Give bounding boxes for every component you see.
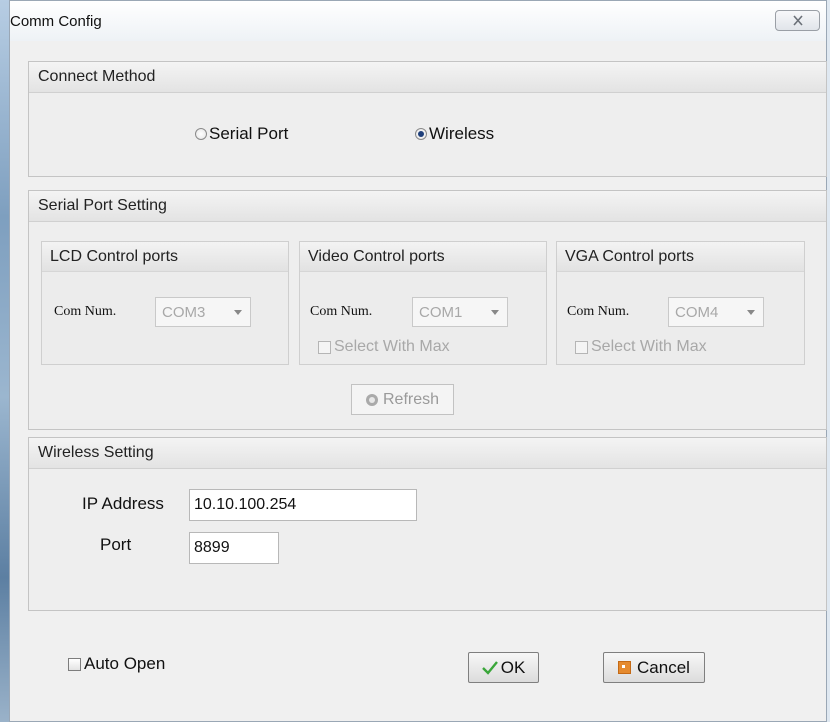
video-select-with-max-label: Select With Max bbox=[334, 338, 450, 355]
wireless-radio[interactable]: Wireless bbox=[415, 124, 494, 144]
lcd-com-value: COM3 bbox=[162, 304, 206, 321]
auto-open-label: Auto Open bbox=[84, 654, 166, 673]
desktop-background bbox=[0, 0, 9, 722]
video-select-with-max-checkbox[interactable]: Select With Max bbox=[318, 338, 450, 356]
vga-select-with-max-checkbox[interactable]: Select With Max bbox=[575, 338, 707, 356]
ok-label: OK bbox=[500, 657, 526, 677]
vga-control-ports-title: VGA Control ports bbox=[565, 248, 694, 265]
chevron-down-icon bbox=[234, 310, 242, 315]
wireless-label: Wireless bbox=[429, 124, 495, 143]
window-title: Comm Config bbox=[10, 13, 102, 30]
video-control-ports-header: Video Control ports bbox=[300, 242, 546, 272]
video-com-num-label: Com Num. bbox=[310, 304, 373, 319]
video-com-value: COM1 bbox=[419, 304, 463, 321]
serial-port-setting-header: Serial Port Setting bbox=[29, 191, 826, 222]
checkbox-icon bbox=[318, 340, 331, 354]
ip-address-input[interactable]: 10.10.100.254 bbox=[189, 489, 417, 521]
chevron-down-icon bbox=[491, 310, 499, 315]
close-icon bbox=[792, 15, 803, 26]
vga-com-value: COM4 bbox=[675, 304, 719, 321]
checkbox-icon bbox=[575, 340, 588, 354]
serial-port-setting-title: Serial Port Setting bbox=[38, 197, 167, 214]
connect-method-group: Connect Method Serial Port Wireless bbox=[28, 61, 827, 177]
checkbox-icon bbox=[68, 657, 81, 671]
ok-button[interactable]: OK bbox=[468, 652, 539, 683]
video-control-ports-title: Video Control ports bbox=[308, 248, 445, 265]
auto-open-checkbox[interactable]: Auto Open bbox=[68, 654, 165, 674]
lcd-control-ports-title: LCD Control ports bbox=[50, 248, 179, 265]
ip-address-label: IP Address bbox=[82, 494, 164, 513]
port-input[interactable]: 8899 bbox=[189, 532, 279, 564]
close-button[interactable] bbox=[775, 10, 820, 31]
video-control-ports-group: Video Control ports Com Num. COM1 Select… bbox=[299, 241, 547, 365]
lcd-control-ports-group: LCD Control ports Com Num. COM3 bbox=[41, 241, 289, 365]
title-bar: Comm Config bbox=[10, 1, 826, 41]
comm-config-dialog: Comm Config Connect Method Serial Port W… bbox=[9, 0, 827, 722]
serial-port-label: Serial Port bbox=[209, 124, 289, 143]
vga-select-with-max-label: Select With Max bbox=[591, 338, 707, 355]
video-com-select[interactable]: COM1 bbox=[412, 297, 508, 327]
chevron-down-icon bbox=[747, 310, 755, 315]
connect-method-header: Connect Method bbox=[29, 62, 826, 93]
serial-port-radio[interactable]: Serial Port bbox=[195, 124, 288, 144]
wireless-setting-group: Wireless Setting IP Address 10.10.100.25… bbox=[28, 437, 827, 611]
wireless-setting-title: Wireless Setting bbox=[38, 444, 154, 461]
vga-com-select[interactable]: COM4 bbox=[668, 297, 764, 327]
refresh-label: Refresh bbox=[382, 390, 440, 408]
vga-control-ports-group: VGA Control ports Com Num. COM4 Select W… bbox=[556, 241, 805, 365]
refresh-icon bbox=[365, 393, 378, 406]
vga-com-num-label: Com Num. bbox=[567, 304, 630, 319]
lcd-com-select[interactable]: COM3 bbox=[155, 297, 251, 327]
cancel-icon bbox=[618, 661, 632, 674]
vga-control-ports-header: VGA Control ports bbox=[557, 242, 804, 272]
cancel-label: Cancel bbox=[637, 657, 690, 677]
cancel-button[interactable]: Cancel bbox=[603, 652, 705, 683]
radio-circle-icon bbox=[195, 128, 207, 140]
lcd-com-num-label: Com Num. bbox=[54, 304, 117, 319]
wireless-setting-header: Wireless Setting bbox=[29, 438, 826, 469]
lcd-control-ports-header: LCD Control ports bbox=[42, 242, 288, 272]
port-label: Port bbox=[100, 535, 132, 554]
connect-method-title: Connect Method bbox=[38, 68, 156, 85]
refresh-button[interactable]: Refresh bbox=[351, 384, 454, 415]
radio-selected-icon bbox=[415, 128, 427, 140]
checkmark-icon bbox=[481, 660, 498, 675]
